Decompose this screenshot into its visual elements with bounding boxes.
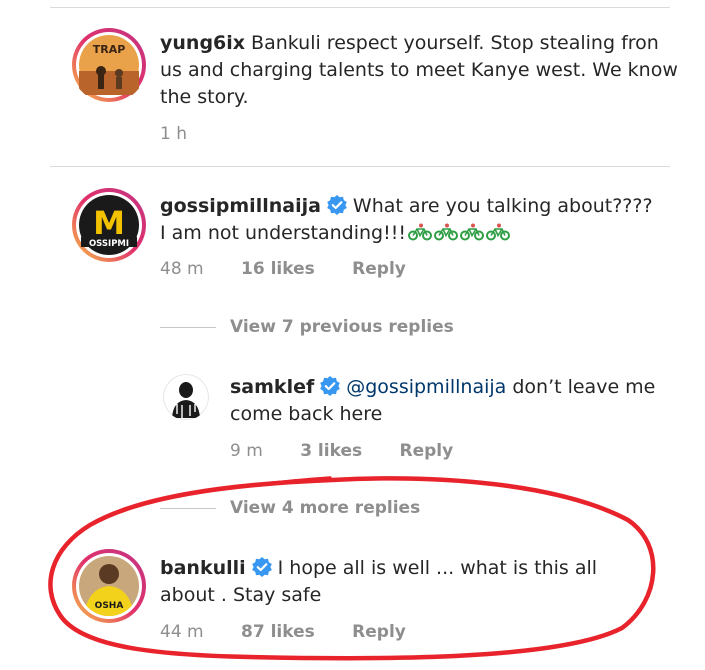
verified-badge-icon — [251, 557, 272, 577]
comments-screen: TRAP yung6ix Bankuli respect yourself. St… — [0, 0, 705, 670]
verified-badge-icon — [327, 195, 347, 215]
comment-text: gossipmillnaija What are you talking abou… — [160, 193, 660, 247]
comment-meta: 1 h — [160, 123, 187, 145]
verified-badge-icon — [320, 376, 341, 396]
bicycle-icon — [485, 223, 510, 241]
bicycle-icon — [407, 223, 432, 241]
view-more-replies-button[interactable]: View 4 more replies — [160, 497, 420, 519]
avatar-bankulli[interactable]: OSHA — [71, 548, 147, 624]
avatar-logo-text: OSSIPMI — [89, 239, 129, 249]
bicycle-emoji-group — [406, 222, 510, 244]
timestamp: 48 m — [160, 259, 204, 279]
avatar-gossipmillnaija[interactable]: M OSSIPMI — [71, 187, 147, 263]
username[interactable]: samklef — [230, 376, 314, 398]
divider — [50, 7, 670, 8]
view-previous-replies-button[interactable]: View 7 previous replies — [160, 316, 454, 338]
avatar-yung6ix[interactable]: TRAP — [71, 27, 147, 103]
likes-count[interactable]: 16 likes — [241, 258, 315, 280]
timestamp: 1 h — [160, 124, 187, 144]
avatar-samklef[interactable] — [163, 374, 209, 420]
reply-button[interactable]: Reply — [352, 258, 406, 280]
timestamp: 44 m — [160, 622, 204, 642]
username[interactable]: gossipmillnaija — [160, 195, 321, 217]
reply-button[interactable]: Reply — [352, 621, 406, 643]
comment-meta: 9 m 3 likes Reply — [230, 440, 453, 462]
likes-count[interactable]: 3 likes — [300, 440, 362, 462]
reply-thread-line — [160, 326, 216, 328]
comment-meta: 48 m 16 likes Reply — [160, 258, 406, 280]
likes-count[interactable]: 87 likes — [241, 621, 315, 643]
username[interactable]: yung6ix — [160, 32, 245, 54]
comment-text: samklef @gossipmillnaija don’t leave me c… — [230, 374, 680, 428]
view-replies-label: View 7 previous replies — [230, 317, 454, 337]
reply-thread-line — [160, 507, 216, 509]
bicycle-icon — [433, 223, 458, 241]
view-replies-label: View 4 more replies — [230, 498, 421, 518]
comment-text: yung6ix Bankuli respect yourself. Stop st… — [160, 30, 680, 111]
divider — [50, 166, 670, 167]
shirt-text: OSHA — [95, 601, 124, 611]
reply-button[interactable]: Reply — [400, 440, 454, 462]
svg-text:TRAP: TRAP — [93, 43, 126, 56]
bicycle-icon — [459, 223, 484, 241]
mention-link[interactable]: @gossipmillnaija — [346, 376, 506, 398]
comment-text: bankulli I hope all is well ... what is t… — [160, 555, 620, 609]
avatar-logo-letter: M — [93, 204, 125, 242]
timestamp: 9 m — [230, 441, 263, 461]
username[interactable]: bankulli — [160, 557, 246, 579]
comment-meta: 44 m 87 likes Reply — [160, 621, 406, 643]
